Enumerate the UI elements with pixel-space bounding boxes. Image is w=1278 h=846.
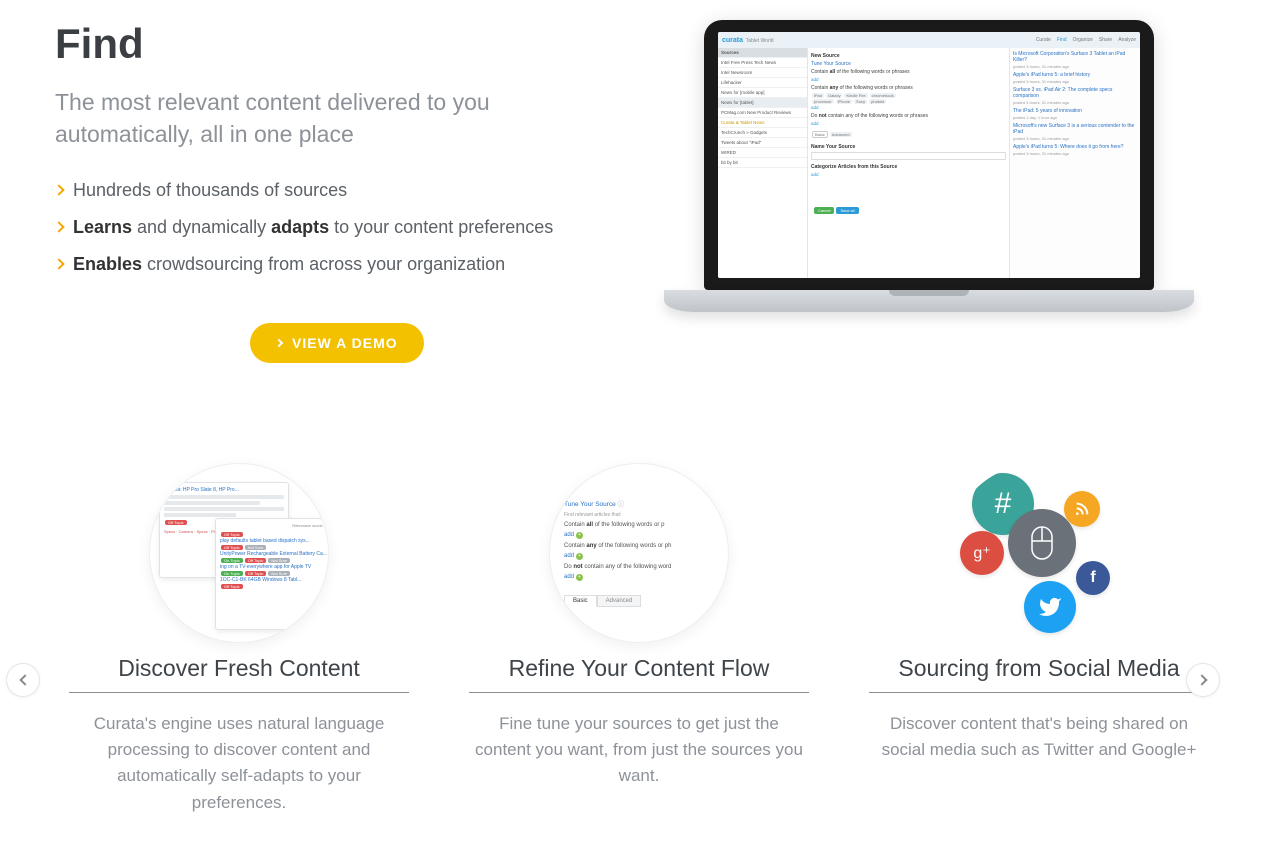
hero-illustration: curata Tablet World Curate Find Organize… (635, 20, 1223, 363)
feature-title: Sourcing from Social Media (869, 655, 1209, 693)
carousel-prev-button[interactable] (6, 663, 40, 697)
carousel-next-button[interactable] (1186, 663, 1220, 697)
feature-illustration: Is India: HP Pro Slate 8, HP Pro... Off … (149, 463, 329, 643)
feature-desc: Discover content that's being shared on … (869, 711, 1209, 764)
hero-bullet: Learns and dynamically adapts to your co… (55, 209, 595, 246)
view-demo-button[interactable]: VIEW A DEMO (250, 323, 424, 363)
feature-card: # g⁺ f Sourcing from Social Media Discov… (869, 463, 1209, 816)
feature-illustration: Tune Your Source ⓘ Find relevant article… (549, 463, 729, 643)
rss-icon (1064, 491, 1100, 527)
hero-section: Find The most relevant content delivered… (0, 0, 1278, 363)
chevron-left-icon (19, 674, 30, 685)
feature-desc: Curata's engine uses natural language pr… (69, 711, 409, 816)
chevron-right-icon (275, 339, 283, 347)
chevron-right-icon (53, 185, 64, 196)
hero-bullet: Hundreds of thousands of sources (55, 172, 595, 209)
features-section: Is India: HP Pro Slate 8, HP Pro... Off … (0, 363, 1278, 846)
twitter-icon (1024, 581, 1076, 633)
hero-subtitle: The most relevant content delivered to y… (55, 86, 595, 150)
hero-copy: Find The most relevant content delivered… (55, 20, 595, 363)
chevron-right-icon (53, 222, 64, 233)
feature-illustration: # g⁺ f (949, 463, 1129, 643)
feature-title: Discover Fresh Content (69, 655, 409, 693)
feature-title: Refine Your Content Flow (469, 655, 809, 693)
feature-card: Is India: HP Pro Slate 8, HP Pro... Off … (69, 463, 409, 816)
feature-card: Tune Your Source ⓘ Find relevant article… (469, 463, 809, 816)
app-screenshot: curata Tablet World Curate Find Organize… (718, 32, 1140, 278)
hero-title: Find (55, 20, 595, 68)
mouse-icon (1008, 509, 1076, 577)
chevron-right-icon (1196, 674, 1207, 685)
facebook-icon: f (1076, 561, 1110, 595)
hero-bullet: Enables crowdsourcing from across your o… (55, 246, 595, 283)
google-plus-icon: g⁺ (960, 531, 1004, 575)
hero-bullets: Hundreds of thousands of sources Learns … (55, 172, 595, 282)
feature-desc: Fine tune your sources to get just the c… (469, 711, 809, 790)
laptop-mockup: curata Tablet World Curate Find Organize… (664, 20, 1194, 363)
chevron-right-icon (53, 258, 64, 269)
